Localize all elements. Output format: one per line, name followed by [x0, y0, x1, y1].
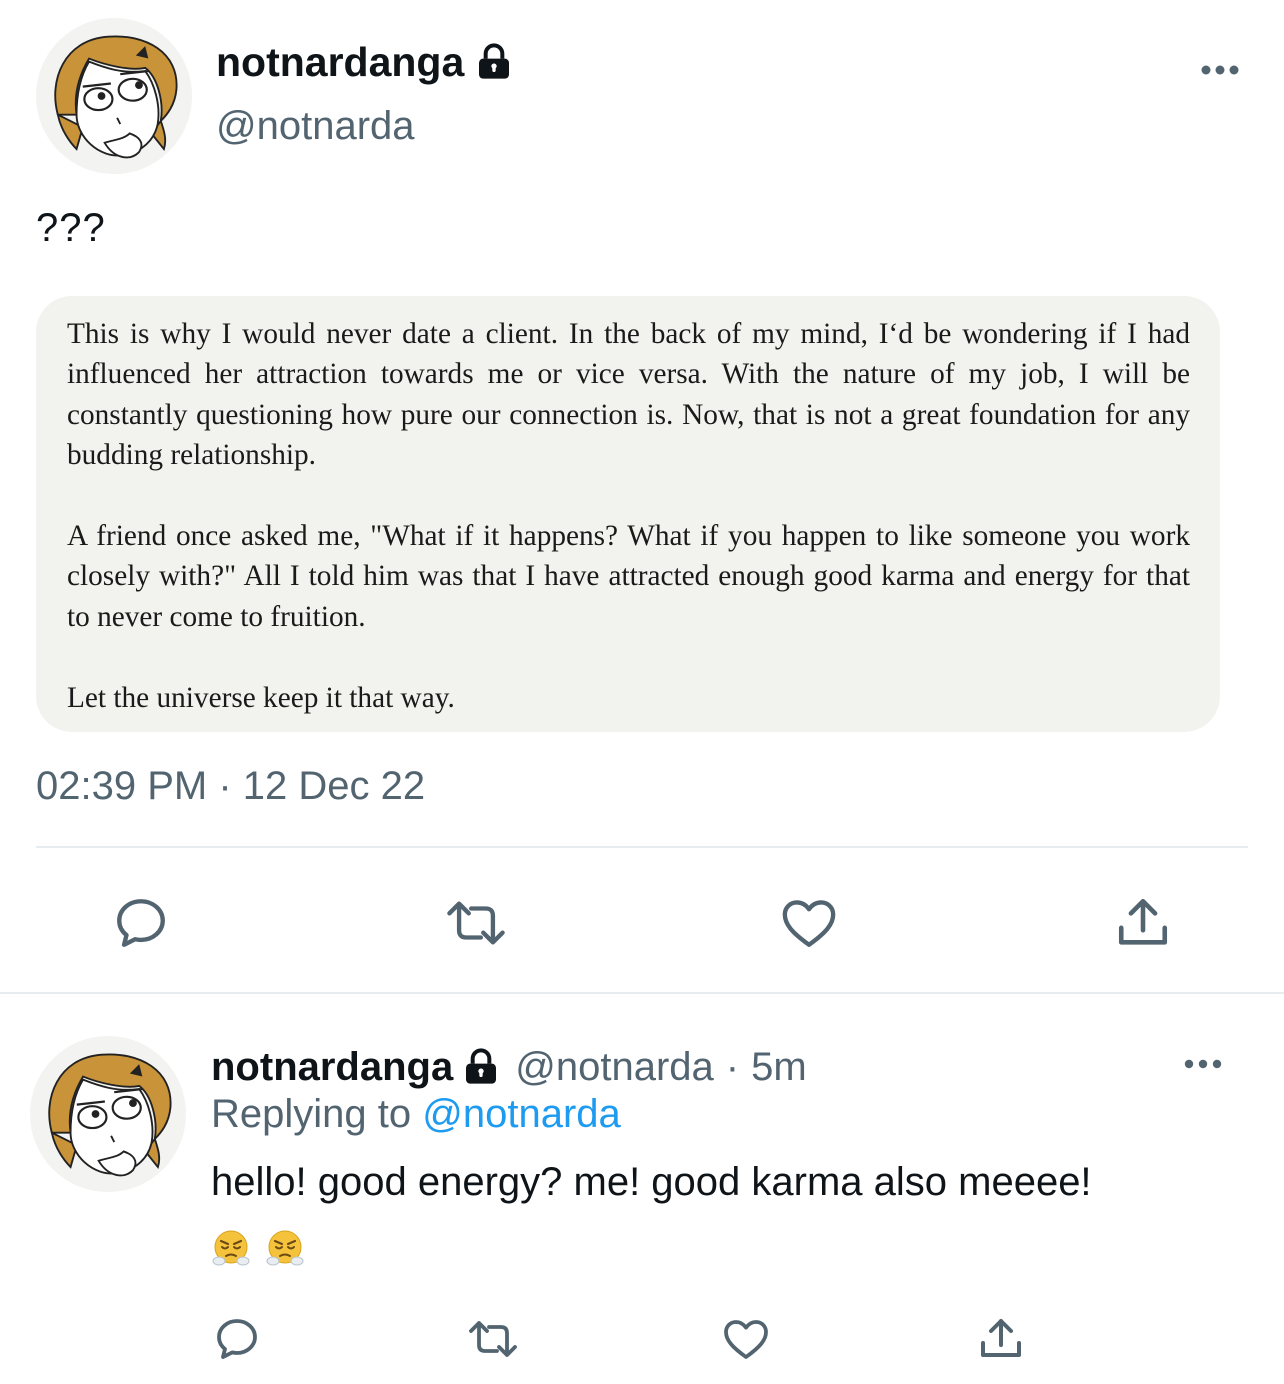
lock-icon: [461, 1047, 501, 1087]
like-button[interactable]: [720, 1314, 772, 1364]
avatar[interactable]: [36, 18, 192, 174]
lock-icon: [474, 42, 514, 82]
replying-to-line: Replying to @notnarda: [211, 1092, 621, 1137]
quote-paragraph: This is why I would never date a client.…: [67, 318, 1190, 472]
face-with-steam-from-nose-emoji: [266, 1230, 304, 1266]
retweet-icon: [469, 1321, 517, 1357]
reply-bubble-icon: [217, 1319, 257, 1359]
retweet-button[interactable]: [440, 890, 512, 956]
author-handle[interactable]: @notnarda: [515, 1045, 714, 1090]
reply-button[interactable]: [108, 890, 174, 956]
reply-text: hello! good energy? me! good karma also …: [211, 1160, 1092, 1204]
face-with-steam-from-nose-emoji: [212, 1230, 250, 1266]
quoted-text-card: This is why I would never date a client.…: [36, 296, 1220, 732]
avatar-image: [36, 18, 192, 174]
author-name-row: notnardanga: [216, 38, 514, 86]
avatar-image: [30, 1036, 186, 1192]
share-button[interactable]: [1110, 890, 1176, 956]
retweet-button[interactable]: [464, 1314, 522, 1364]
reply-button[interactable]: [212, 1314, 262, 1364]
reply-header-row: notnardanga @notnarda · 5m: [211, 1042, 807, 1092]
reply-time[interactable]: 5m: [751, 1045, 807, 1090]
reply-bubble-icon: [117, 899, 165, 947]
display-name[interactable]: notnardanga: [216, 39, 464, 86]
replying-to-label: Replying to: [211, 1092, 412, 1136]
retweet-icon: [447, 901, 505, 945]
more-horizontal-icon[interactable]: [1196, 56, 1244, 84]
emoji-row: [211, 1228, 305, 1268]
separator-dot: ·: [725, 1044, 740, 1089]
heart-icon: [724, 1320, 768, 1359]
share-upload-icon: [981, 1319, 1021, 1357]
share-upload-icon: [1118, 898, 1168, 945]
tweet-text: ???: [36, 206, 106, 250]
divider: [0, 992, 1284, 994]
more-horizontal-icon[interactable]: [1180, 1050, 1226, 1078]
heart-icon: [782, 900, 836, 947]
like-button[interactable]: [776, 890, 842, 956]
tweet-timestamp[interactable]: 02:39 PM · 12 Dec 22: [36, 764, 425, 809]
replying-to-link[interactable]: @notnarda: [422, 1092, 621, 1136]
quote-paragraph: Let the universe keep it that way.: [67, 681, 455, 714]
share-button[interactable]: [976, 1314, 1026, 1364]
quote-paragraph: A friend once asked me, "What if it happ…: [67, 520, 1190, 633]
display-name[interactable]: notnardanga: [211, 1045, 453, 1090]
divider: [36, 846, 1248, 848]
author-handle[interactable]: @notnarda: [216, 104, 415, 149]
avatar[interactable]: [30, 1036, 186, 1192]
